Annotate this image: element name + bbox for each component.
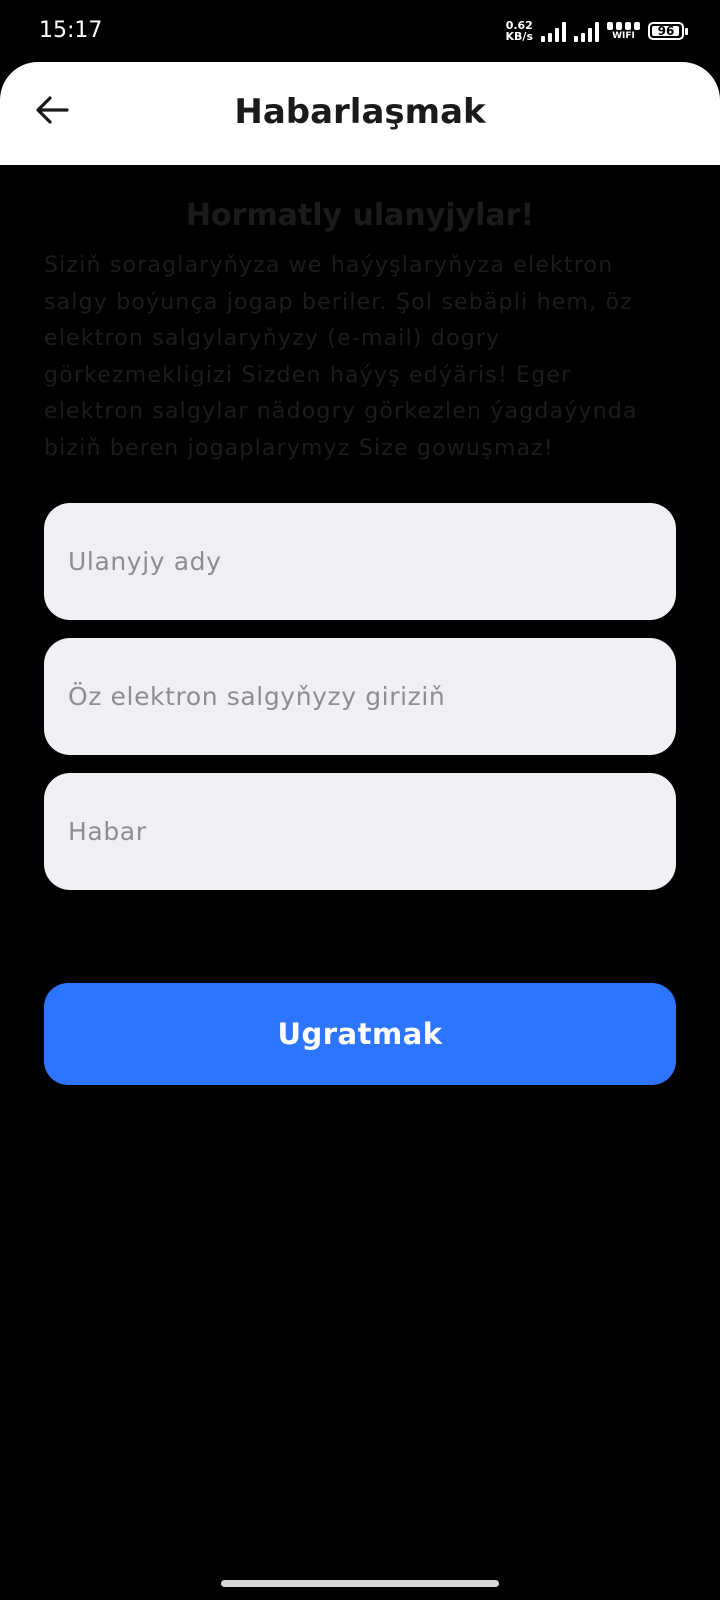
battery-level: 96 [657,24,675,38]
signal-icon-2 [574,20,599,42]
contact-screen: 15:17 0.62 KB/s WIFI 96 Habarlaşmak Horm… [0,0,720,1600]
wifi-icon: WIFI [607,21,640,41]
wifi-label: WIFI [612,30,635,41]
battery-icon: 96 [648,22,688,40]
message-field[interactable] [44,773,676,890]
message-input[interactable] [66,816,654,847]
network-speed: 0.62 KB/s [506,20,533,42]
home-indicator[interactable] [221,1580,499,1587]
email-field[interactable] [44,638,676,755]
signal-icon [541,20,566,42]
email-input[interactable] [66,681,654,712]
username-input[interactable] [66,546,654,577]
submit-button[interactable]: Ugratmak [44,983,676,1085]
username-field[interactable] [44,503,676,620]
network-speed-unit: KB/s [505,30,533,43]
status-icons: 0.62 KB/s WIFI 96 [506,18,688,44]
intro-text: Siziň soraglaryňyza we haýyşlaryňyza ele… [44,253,638,461]
intro-heading: Hormatly ulanyjylar! [185,198,535,233]
status-time: 15:17 [39,18,103,43]
status-bar: 15:17 0.62 KB/s WIFI 96 [0,0,720,62]
app-header: Habarlaşmak [0,62,720,165]
page-title: Habarlaşmak [234,92,486,132]
